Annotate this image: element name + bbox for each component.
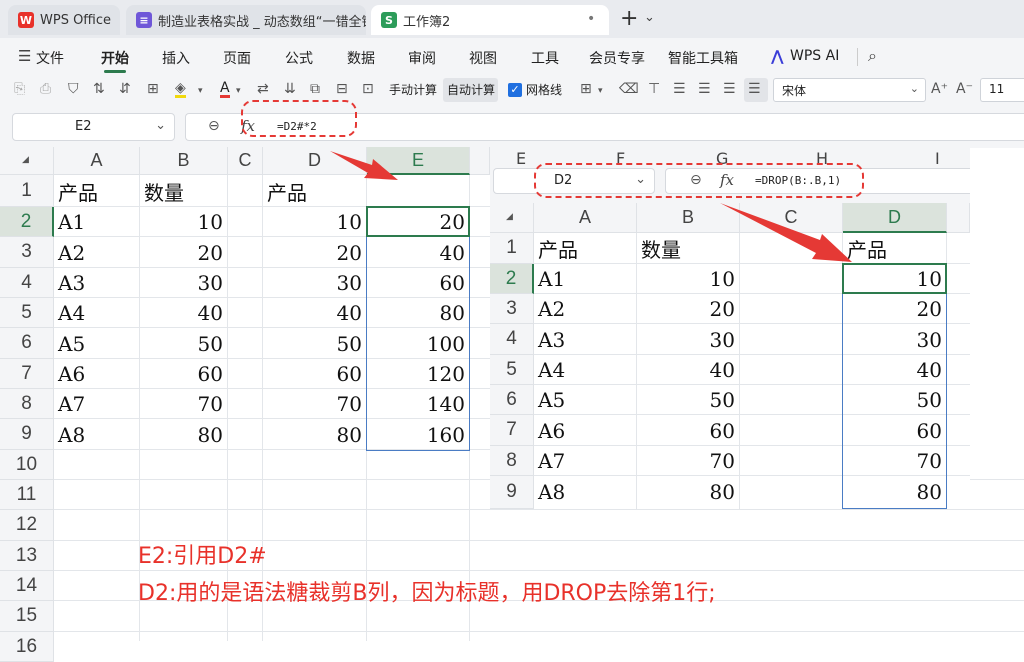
note-line-2: D2:用的是语法糖裁剪B列，因为标题，用DROP去除第1行; (138, 581, 716, 606)
arrow-to-d2 (720, 203, 852, 262)
note-line-1: E2:引用D2# (138, 544, 267, 569)
arrow-to-e2 (330, 151, 398, 180)
